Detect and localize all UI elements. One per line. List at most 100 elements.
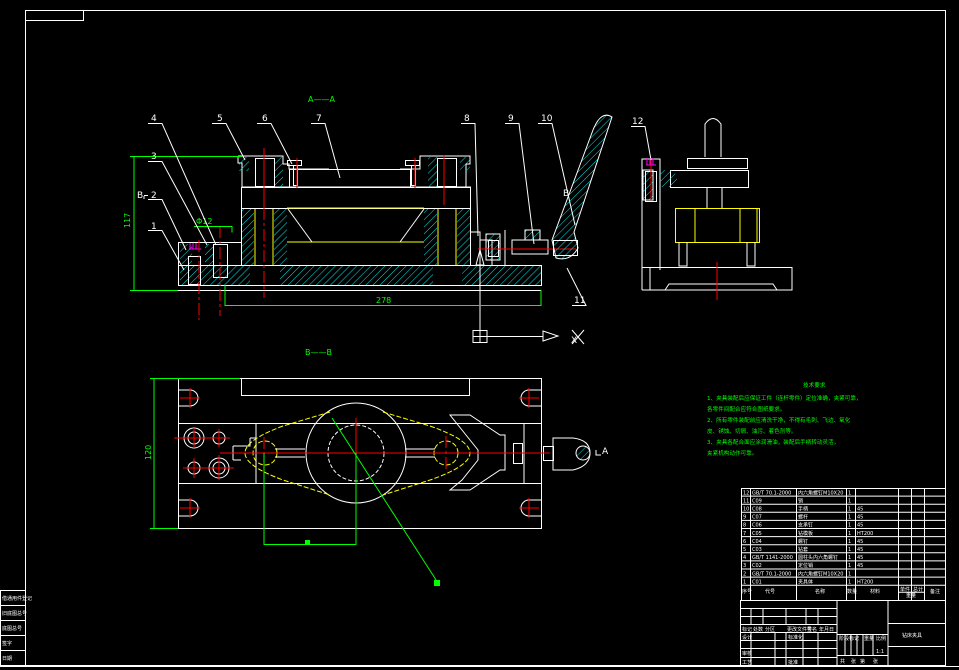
tb-check: 审核 [742,650,752,657]
cell-qty: 1 [848,515,851,521]
cell-qty: 1 [848,490,851,496]
cell-qty: 1 [848,531,851,537]
table-row: 9 C07 螺杆 1 45 [743,514,863,521]
view-mark-a: A [602,447,609,457]
cell-material: 45 [857,515,863,521]
tb-standard: 标准化 [788,634,803,641]
side-strip-label: 旧底图总号 [2,610,27,617]
tech-req-title: 技术要求 [803,381,826,389]
header-material: 材料 [870,588,880,595]
cell-material: 45 [857,539,863,545]
cell-code: C08 [752,507,762,513]
table-row: 6 C04 螺钉 1 45 [743,538,863,545]
tb-stage: 阶段标记 [839,635,859,642]
slot-centerline [519,498,539,518]
cell-name: 圆柱头内六角螺钉 [798,554,838,561]
cell-code: C04 [752,539,762,545]
cell-code: C02 [752,563,762,569]
section-mark-b-left: B [137,191,143,201]
cell-material: 45 [857,523,863,529]
balloon-8: 8 [464,114,470,124]
cell-no: 9 [743,515,746,521]
cell-material: 45 [857,555,863,561]
cell-code: C09 [752,498,762,504]
slot-centerline [180,498,200,518]
tech-req-line: 1、夹具装配后应保证工件（连杆零件）定位准确，夹紧可靠， [707,394,862,402]
tb-sheet-unit2: 张 [873,658,878,665]
cell-no: 1 [743,579,746,585]
cell-qty: 1 [848,498,851,504]
dim-height: 117 [123,213,132,228]
cell-name: 螺钉 [798,538,808,545]
side-strip-label: 借通用件登记 [2,595,32,602]
cell-no: 2 [743,571,746,577]
table-row: 7 C05 钻模板 1 HT200 [743,530,873,537]
tb-process: 工艺 [742,660,752,666]
cell-name: 销 [798,497,803,504]
tb-date: 年月日 [819,626,834,633]
cell-qty: 1 [848,579,851,585]
header-code: 代号 [765,588,775,595]
balloon-10: 10 [541,114,553,124]
header-qty: 数量 [847,588,857,595]
leader-end-marker [434,580,440,586]
cell-qty: 1 [848,539,851,545]
title-block: 标记 处数 分区 更改文件号 签名 年月日 设计 标准化 审核 工艺 批准 阶段… [740,600,946,666]
balloon-6: 6 [262,114,268,124]
cell-qty: 1 [848,555,851,561]
cell-code: GB/T 70.1-2000 [752,571,791,577]
section-aa-label: A——A [308,95,335,104]
balloon-9: 9 [508,114,514,124]
table-row: 2 GB/T 70.1-2000 内六角螺钉M10X20 1 [743,570,851,577]
balloon-3: 3 [151,152,157,162]
cell-material: HT200 [857,579,873,585]
cell-material: 45 [857,563,863,569]
tb-scale: 比例 [876,635,886,642]
cell-name: 钻模板 [798,530,813,537]
x-axis-label: X [571,336,577,346]
cell-material: HT200 [857,531,873,537]
balloon-5: 5 [217,114,223,124]
cell-no: 12 [743,490,749,496]
tb-design: 设计 [742,634,752,641]
cell-qty: 1 [848,563,851,569]
header-total: 总计 [913,586,923,593]
tech-req-line: 夹紧机构动作可靠。 [707,449,757,457]
parts-list: 12 GB/T 70.1-2000 内六角螺钉M10X20 111 C09 销 110 C08… [741,488,946,601]
front-section-view: A——A X B B 117 278 Φ12 [123,95,613,346]
cell-qty: 1 [848,507,851,513]
dim-width: 120 [144,445,153,460]
cell-name: 内六角螺钉M10X20 [798,570,843,577]
tb-sign: 签名 [807,626,817,633]
side-strip-label: 底图总号 [2,625,22,632]
cell-no: 8 [743,523,746,529]
balloon-2: 2 [151,191,157,201]
balloon-1: 1 [151,222,157,232]
cell-name: 定位销 [798,562,813,569]
header-single: 单件 [900,586,910,593]
table-row: 3 C02 定位销 1 45 [743,562,863,569]
cell-name: 钻套 [798,546,808,553]
cell-code: C03 [752,547,762,553]
cell-qty: 1 [848,523,851,529]
balloon-12: 12 [632,117,643,127]
table-row: 8 C06 支承钉 1 45 [743,522,863,529]
plan-view: B——B A 120 [144,348,609,586]
cell-code: GB/T 70.1-2000 [752,490,791,496]
dim-marker [305,540,310,544]
balloon-4: 4 [151,114,157,124]
cad-drawing: 借通用件登记旧底图总号底图总号签字日期 A——A X B B 117 278 Φ… [0,10,959,667]
cell-code: C07 [752,515,762,521]
drawing-name: 钻床夹具 [902,632,922,639]
header-remark: 备注 [930,588,940,595]
table-row: 5 C03 钻套 1 45 [743,546,863,553]
cell-no: 11 [743,498,749,504]
cell-name: 螺杆 [798,514,808,521]
cell-qty: 1 [848,547,851,553]
tb-weight: 重量 [864,635,874,642]
cell-name: 支承钉 [798,522,813,529]
section-bb-label: B——B [305,348,332,357]
cell-no: 7 [743,531,746,537]
table-row: 4 GB/T 1141-2000 圆柱头内六角螺钉 1 45 [743,554,863,561]
cell-no: 6 [743,539,746,545]
